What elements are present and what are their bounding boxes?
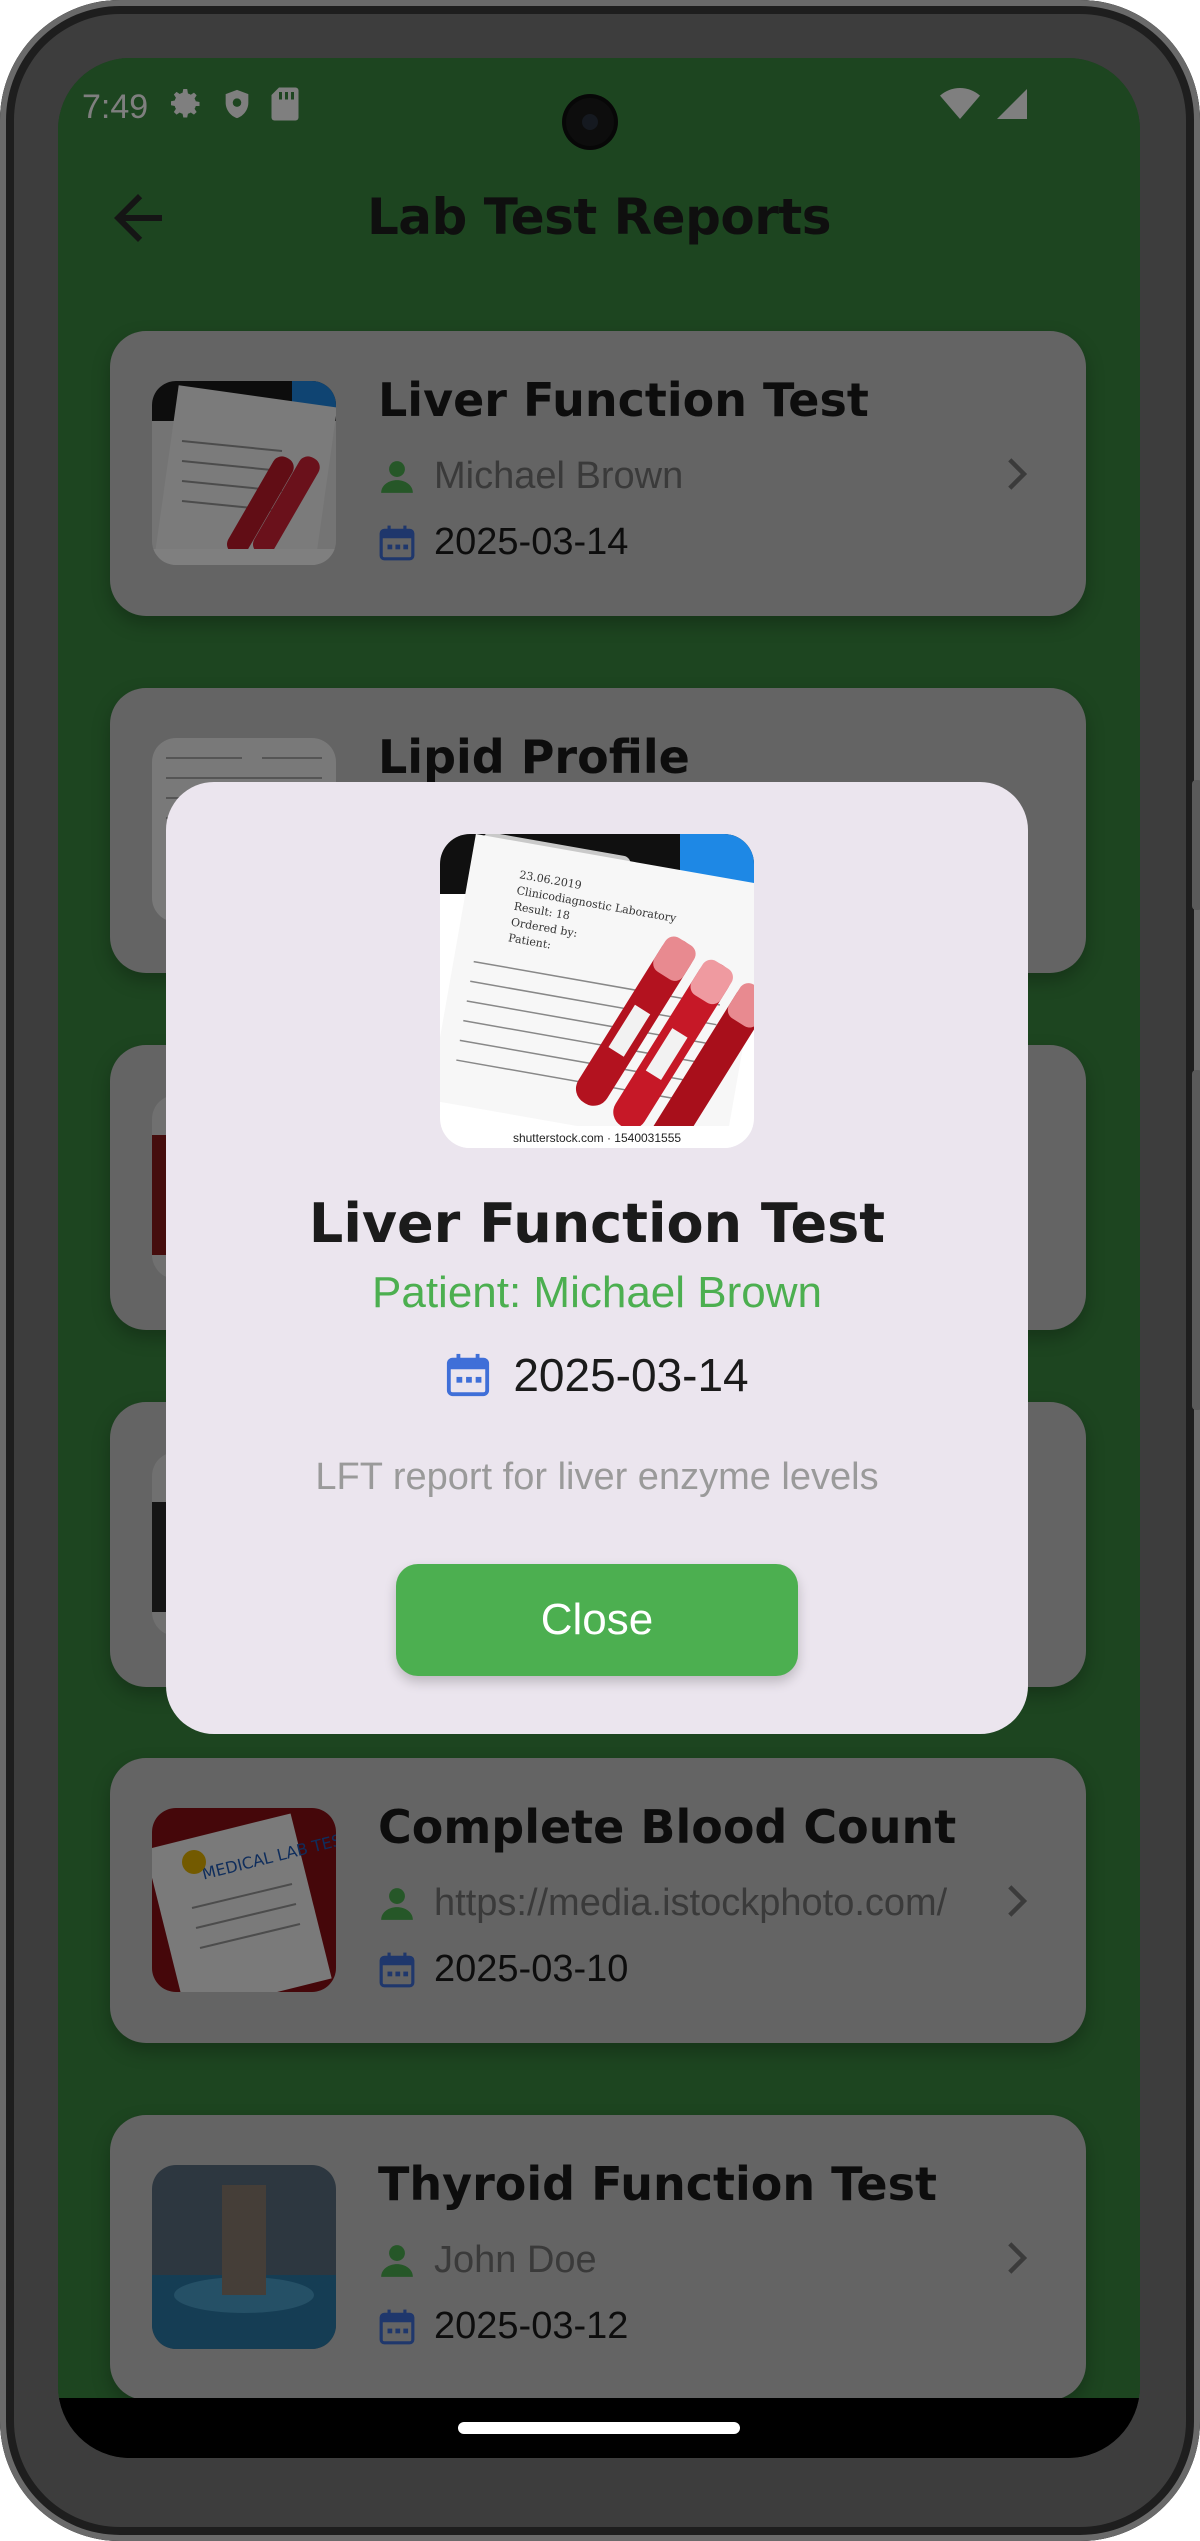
dialog-title: Liver Function Test [308,1192,886,1255]
close-button[interactable]: Close [396,1564,798,1676]
calendar-icon [447,1353,490,1397]
image-watermark: shutterstock.com · 1540031555 [512,1131,682,1145]
dialog-patient: Patient: Michael Brown [372,1268,822,1317]
app-background: 7:49 Lab Test Reports [58,58,1140,2400]
dialog-description: LFT report for liver enzyme levels [315,1456,879,1498]
power-button [1192,780,1200,910]
screen: 7:49 Lab Test Reports [58,58,1140,2458]
dialog-date: 2025-03-14 [166,1348,1028,1402]
report-detail-dialog: 23.06.2019 Clinicodiagnostic Laboratory … [166,782,1028,1734]
report-image: 23.06.2019 Clinicodiagnostic Laboratory … [440,834,754,1148]
volume-button [1192,1070,1200,1410]
home-gesture-pill[interactable] [458,2422,740,2434]
dialog-date-text: 2025-03-14 [513,1349,749,1401]
